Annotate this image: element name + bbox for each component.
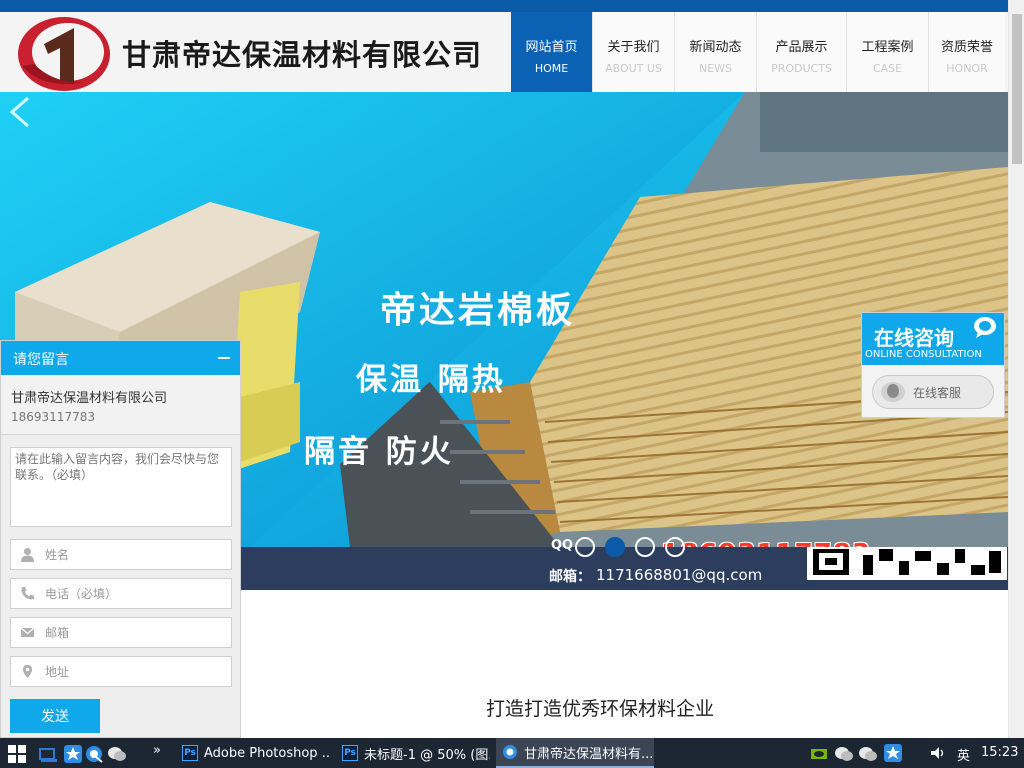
nav-label: 新闻动态 [689,40,742,55]
pinned-app-icon[interactable] [63,744,83,764]
message-widget-title: 请您留言 [13,352,69,368]
taskbar-item-untitled[interactable]: Ps 未标题-1 @ 50% (图... [336,738,490,768]
company-name: 甘肃帝达保温材料有限公司 [122,38,483,72]
qq-label: QQ [551,538,574,553]
taskbar-item-browser[interactable]: 甘肃帝达保温材料有... [496,738,654,768]
nav-news[interactable]: 新闻动态 NEWS [675,12,757,92]
site-header: 甘肃帝达保温材料有限公司 网站首页 HOME 关于我们 ABOUT US 新闻动… [0,12,1008,92]
nav-label: 网站首页 [525,40,578,55]
overflow-chevron-icon[interactable]: » [153,743,161,758]
location-icon [23,665,32,678]
nav-label-en: ABOUT US [605,62,662,75]
name-input[interactable] [45,540,235,569]
company-logo[interactable] [14,14,114,92]
slider-dot-4[interactable] [665,537,685,557]
banner-feature-2: 隔音 防火 [304,434,454,470]
nav-label: 关于我们 [607,40,660,55]
qr-code [807,547,1007,580]
nvidia-icon[interactable] [810,746,828,762]
page-scrollbar[interactable] [1008,0,1024,738]
photoshop-icon: Ps [342,745,358,761]
message-form: 发送 [1,435,240,745]
nav-products[interactable]: 产品展示 PRODUCTS [757,12,847,92]
taskbar-clock[interactable]: 15:23 [981,745,1018,760]
browser-icon [503,745,517,759]
taskbar-item-photoshop[interactable]: Ps Adobe Photoshop ... [176,738,330,768]
online-service-label: 在线客服 [913,386,962,400]
wechat-tray-icon-2[interactable] [858,745,878,763]
nav-label-en: HONOR [946,62,988,75]
email-value[interactable]: 1171668801@qq.com [596,566,762,584]
phone-icon [21,587,34,600]
nav-case[interactable]: 工程案例 CASE [847,12,929,92]
slider-dot-2[interactable] [605,537,625,557]
nav-label-en: CASE [872,62,903,75]
volume-icon[interactable] [930,746,946,760]
task-label: 未标题-1 @ 50% (图... [364,747,490,763]
minimize-icon[interactable] [218,357,230,359]
task-view-icon[interactable] [38,744,58,764]
top-strip [0,0,1008,12]
banner-title: 帝达岩棉板 [380,290,576,331]
email-input[interactable] [45,618,235,647]
phone-field [10,578,235,609]
address-input[interactable] [45,657,235,686]
name-field [10,539,235,570]
online-consult-widget: 在线咨询 ONLINE CONSULTATION 在线客服 [861,312,1005,418]
chat-bubble-icon [974,317,996,338]
nav-label: 资质荣誉 [940,40,993,55]
send-button[interactable]: 发送 [10,699,100,733]
message-widget-info: 甘肃帝达保温材料有限公司 18693117783 [1,375,240,435]
consult-subtitle: ONLINE CONSULTATION [865,349,982,360]
nav-about[interactable]: 关于我们 ABOUT US [593,12,675,92]
mail-icon [20,627,35,637]
banner-phone: 18693117783 [661,539,871,547]
message-widget-header[interactable]: 请您留言 [1,341,240,375]
nav-label: 产品展示 [775,40,828,55]
consult-header: 在线咨询 ONLINE CONSULTATION [862,313,1004,365]
photoshop-icon: Ps [182,745,198,761]
nav-home[interactable]: 网站首页 HOME [511,12,593,92]
windows-start-icon[interactable] [8,745,26,763]
email-label: 邮箱： [549,569,591,585]
wechat-icon[interactable] [107,744,127,764]
phone-input[interactable] [45,579,235,608]
banner-feature-1: 保温 隔热 [356,362,506,398]
tray-app-icon[interactable] [884,744,902,762]
message-content-input[interactable] [10,447,232,527]
consult-title: 在线咨询 [874,326,954,350]
wechat-tray-icon[interactable] [834,745,854,763]
address-field [10,656,235,687]
slider-dot-1[interactable] [575,537,595,557]
task-label: Adobe Photoshop ... [204,745,330,761]
nav-label-en: PRODUCTS [771,62,832,75]
input-method-indicator[interactable]: 英 [957,745,970,764]
windows-taskbar: » Ps Adobe Photoshop ... Ps 未标题-1 @ 50% … [0,738,1024,768]
slider-dot-3[interactable] [635,537,655,557]
message-phone: 18693117783 [11,410,95,424]
section-slogan: 打造打造优秀环保材料企业 [486,698,715,720]
scrollbar-thumb[interactable] [1012,14,1022,164]
online-service-button[interactable]: 在线客服 [872,375,994,409]
message-widget: 请您留言 甘肃帝达保温材料有限公司 18693117783 请在此输入留言内容，… [0,340,241,738]
email-field [10,617,235,648]
nav-honor[interactable]: 资质荣誉 HONOR [929,12,1005,92]
slider-dots [575,537,685,557]
user-icon [21,548,34,562]
message-company: 甘肃帝达保温材料有限公司 [11,391,168,406]
nav-label-en: HOME [534,62,569,75]
nav-label-en: NEWS [698,62,733,75]
nav-label: 工程案例 [861,40,914,55]
qq-icon [881,382,905,402]
banner-prev-arrow-icon[interactable] [0,92,40,132]
browser-viewport: { "header": { "company_name": "甘肃帝达保温材料有… [0,0,1024,768]
main-nav: 网站首页 HOME 关于我们 ABOUT US 新闻动态 NEWS 产品展示 P… [511,12,1005,92]
browser-icon[interactable] [84,744,104,764]
task-label: 甘肃帝达保温材料有... [524,746,654,762]
